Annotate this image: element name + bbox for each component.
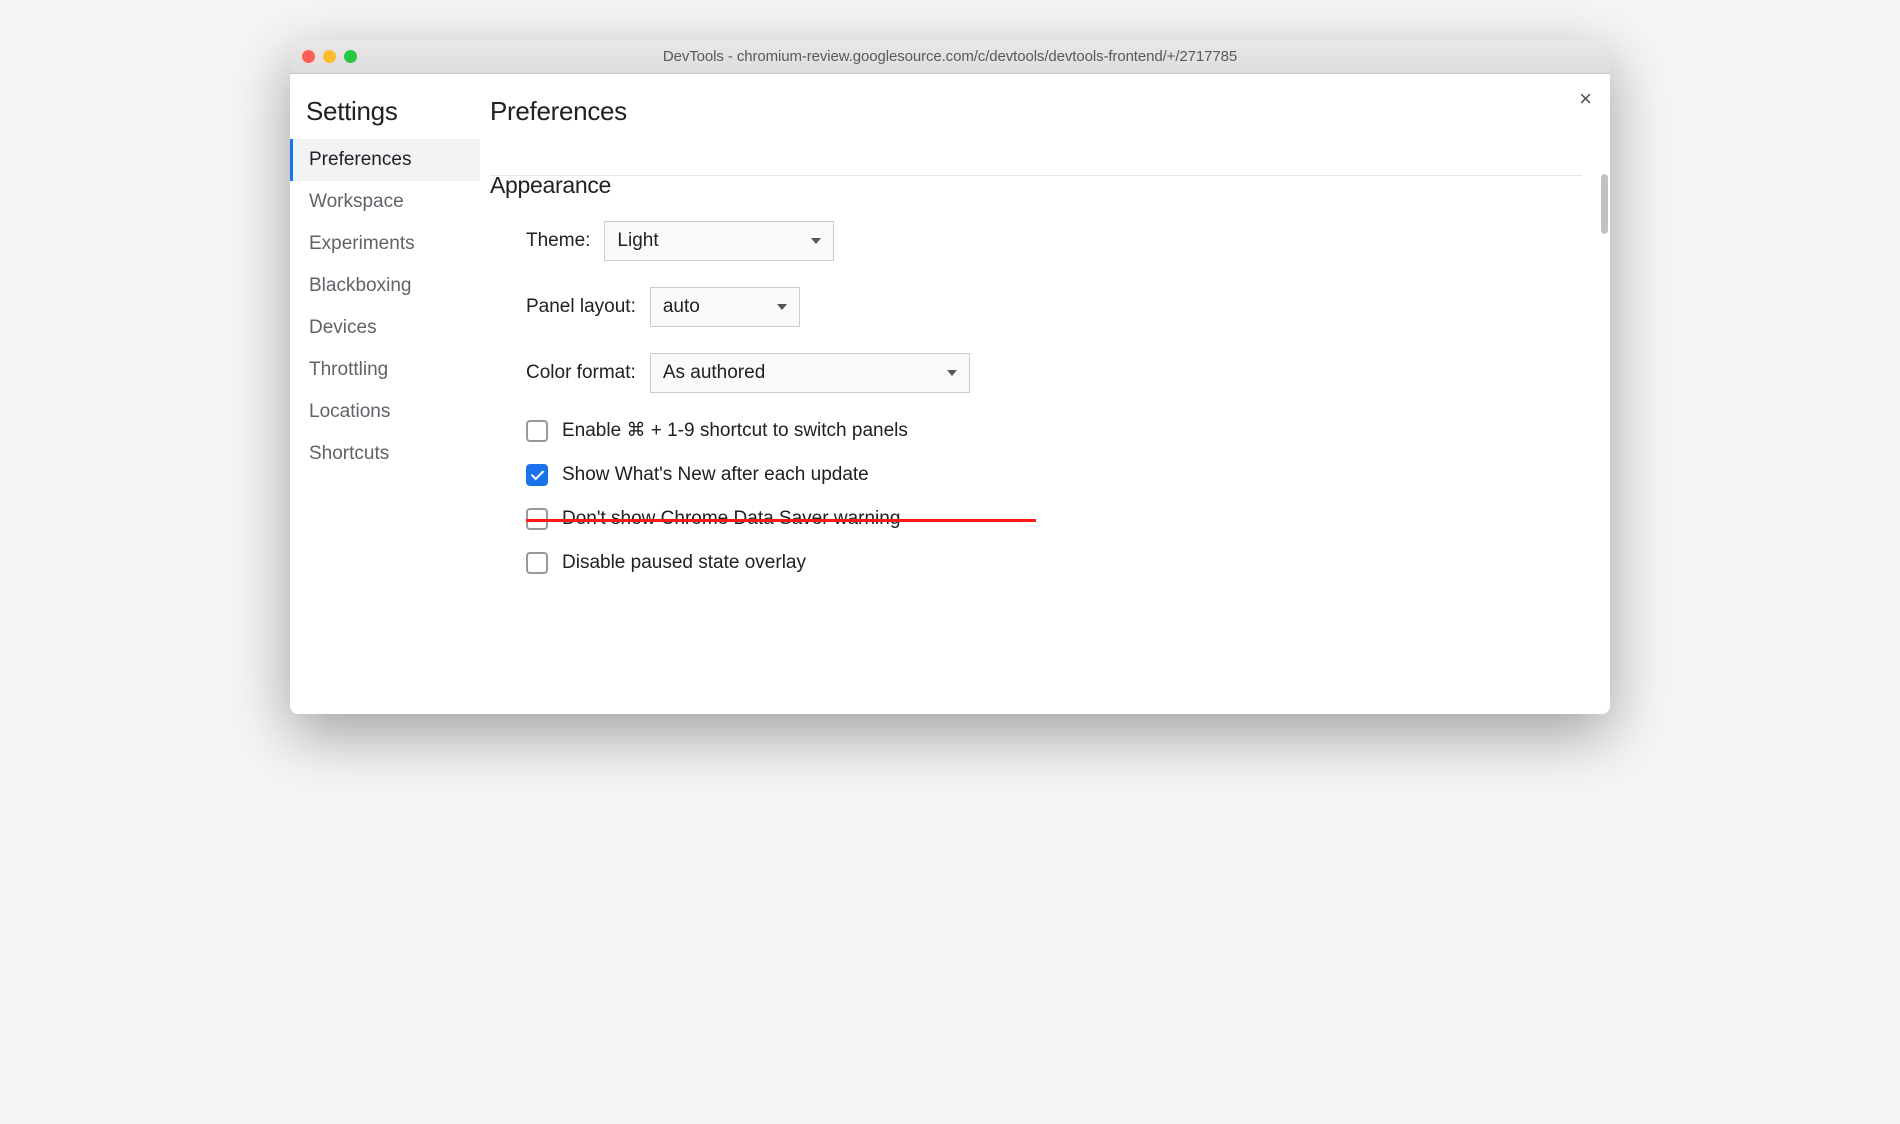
- sidebar-item-label: Experiments: [309, 233, 415, 254]
- sidebar-item-label: Throttling: [309, 359, 388, 380]
- data-saver-warning-row[interactable]: Don't show Chrome Data Saver warning: [490, 508, 1582, 530]
- sidebar-item-label: Blackboxing: [309, 275, 411, 296]
- enable-shortcut-label: Enable ⌘ + 1-9 shortcut to switch panels: [562, 419, 908, 442]
- show-whats-new-label: Show What's New after each update: [562, 464, 869, 486]
- sidebar-item-label: Shortcuts: [309, 443, 389, 464]
- settings-content: × Settings Preferences Workspace Experim…: [290, 74, 1610, 714]
- sidebar-item-devices[interactable]: Devices: [290, 307, 480, 349]
- section-title: Appearance: [490, 172, 1582, 199]
- appearance-section: Appearance Theme: Light Panel layout: au…: [490, 175, 1582, 574]
- panel-layout-label: Panel layout:: [526, 296, 636, 318]
- show-whats-new-checkbox[interactable]: [526, 464, 548, 486]
- page-title: Preferences: [490, 96, 1582, 175]
- scrollbar-thumb[interactable]: [1601, 174, 1608, 234]
- sidebar-item-label: Devices: [309, 317, 377, 338]
- show-whats-new-row[interactable]: Show What's New after each update: [490, 464, 1582, 486]
- strikethrough-annotation: [526, 519, 1036, 522]
- theme-label: Theme:: [526, 230, 590, 252]
- sidebar-item-throttling[interactable]: Throttling: [290, 349, 480, 391]
- panel-layout-select[interactable]: auto: [650, 287, 800, 327]
- color-format-row: Color format: As authored: [490, 353, 1582, 393]
- traffic-lights: [302, 50, 357, 63]
- devtools-settings-window: DevTools - chromium-review.googlesource.…: [290, 40, 1610, 714]
- enable-shortcut-checkbox[interactable]: [526, 420, 548, 442]
- disable-paused-overlay-row[interactable]: Disable paused state overlay: [490, 552, 1582, 574]
- sidebar-item-locations[interactable]: Locations: [290, 391, 480, 433]
- sidebar-item-workspace[interactable]: Workspace: [290, 181, 480, 223]
- chevron-down-icon: [777, 304, 787, 310]
- panel-layout-row: Panel layout: auto: [490, 287, 1582, 327]
- panel-layout-select-value: auto: [663, 296, 700, 318]
- sidebar-item-label: Locations: [309, 401, 390, 422]
- settings-main: Preferences Appearance Theme: Light Pane…: [480, 74, 1610, 714]
- sidebar-item-preferences[interactable]: Preferences: [290, 139, 480, 181]
- sidebar-item-experiments[interactable]: Experiments: [290, 223, 480, 265]
- theme-select[interactable]: Light: [604, 221, 834, 261]
- sidebar-item-label: Preferences: [309, 149, 411, 170]
- sidebar-item-label: Workspace: [309, 191, 404, 212]
- maximize-window-button[interactable]: [344, 50, 357, 63]
- close-window-button[interactable]: [302, 50, 315, 63]
- sidebar-item-shortcuts[interactable]: Shortcuts: [290, 433, 480, 475]
- disable-paused-overlay-checkbox[interactable]: [526, 552, 548, 574]
- enable-shortcut-row[interactable]: Enable ⌘ + 1-9 shortcut to switch panels: [490, 419, 1582, 442]
- chevron-down-icon: [811, 238, 821, 244]
- sidebar-heading: Settings: [290, 96, 480, 139]
- color-format-select-value: As authored: [663, 362, 765, 384]
- theme-row: Theme: Light: [490, 221, 1582, 261]
- color-format-label: Color format:: [526, 362, 636, 384]
- settings-sidebar: Settings Preferences Workspace Experimen…: [290, 74, 480, 714]
- color-format-select[interactable]: As authored: [650, 353, 970, 393]
- window-title: DevTools - chromium-review.googlesource.…: [663, 48, 1237, 65]
- sidebar-item-blackboxing[interactable]: Blackboxing: [290, 265, 480, 307]
- minimize-window-button[interactable]: [323, 50, 336, 63]
- disable-paused-overlay-label: Disable paused state overlay: [562, 552, 806, 574]
- window-titlebar: DevTools - chromium-review.googlesource.…: [290, 40, 1610, 74]
- chevron-down-icon: [947, 370, 957, 376]
- theme-select-value: Light: [617, 230, 658, 252]
